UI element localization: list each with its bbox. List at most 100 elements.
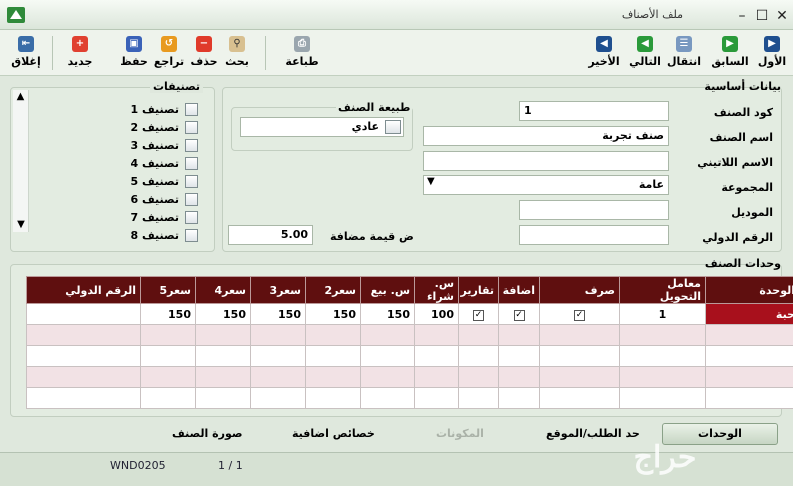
group-select[interactable]: عامة ▼: [423, 175, 669, 195]
cell-sell[interactable]: 150: [360, 303, 415, 325]
checkbox[interactable]: [185, 138, 198, 152]
item-nature-button[interactable]: [385, 120, 401, 134]
last-record-button[interactable]: ◀ الأخير: [584, 34, 624, 68]
cell-intl[interactable]: [26, 303, 141, 325]
undo-button-label: تراجع: [153, 55, 185, 68]
save-button[interactable]: ▣ حفظ: [114, 34, 154, 68]
exit-icon: ⇤: [18, 36, 34, 52]
code-field[interactable]: 1: [519, 101, 669, 121]
first-record-button[interactable]: ▶ الأول: [752, 34, 792, 68]
cell-issue[interactable]: ✓: [539, 303, 620, 325]
delete-button-label: حذف: [190, 55, 218, 68]
classifications-scrollbar[interactable]: ▲ ▼: [13, 90, 29, 232]
close-icon[interactable]: ✕: [774, 8, 790, 24]
table-row[interactable]: [26, 345, 793, 367]
cell-price3[interactable]: 150: [250, 303, 306, 325]
classification-item[interactable]: تصنيف 4: [130, 154, 198, 172]
col-header-price5[interactable]: سعر5: [140, 276, 196, 304]
cell-add[interactable]: ✓: [498, 303, 540, 325]
checkbox[interactable]: [185, 174, 198, 188]
scroll-down-icon[interactable]: ▼: [13, 218, 29, 232]
classification-item[interactable]: تصنيف 8: [130, 226, 198, 244]
tab-reorder-location[interactable]: حد الطلب/الموقع: [546, 427, 640, 440]
col-header-sell[interactable]: س. بيع: [360, 276, 415, 304]
col-header-price3[interactable]: سعر3: [250, 276, 306, 304]
chevron-down-icon: ▼: [427, 176, 435, 187]
cell-reports[interactable]: ✓: [458, 303, 499, 325]
col-header-intl[interactable]: الرقم الدولي: [26, 276, 141, 304]
item-nature-value: عادي: [351, 120, 379, 133]
latin-name-field[interactable]: [423, 151, 669, 171]
classification-item[interactable]: تصنيف 1: [130, 100, 198, 118]
col-header-factor[interactable]: معامل التحويل: [619, 276, 706, 304]
table-header-row: الرقم الدولي سعر5 سعر4 سعر3 سعر2 س. بيع …: [26, 276, 793, 304]
classifications-title: تصنيفات: [150, 80, 204, 93]
classification-item[interactable]: تصنيف 5: [130, 172, 198, 190]
checkbox[interactable]: [185, 192, 198, 206]
cell-price4[interactable]: 150: [195, 303, 251, 325]
table-row[interactable]: [26, 387, 793, 409]
cell-price2[interactable]: 150: [305, 303, 361, 325]
undo-button[interactable]: ↺ تراجع: [149, 34, 189, 68]
name-field[interactable]: صنف تجربة: [423, 126, 669, 146]
search-icon: ⚲: [229, 36, 245, 52]
classification-item[interactable]: تصنيف 7: [130, 208, 198, 226]
plus-icon: +: [72, 36, 88, 52]
col-header-issue[interactable]: صرف: [539, 276, 620, 304]
item-nature-field[interactable]: عادي: [240, 117, 404, 137]
scroll-up-icon[interactable]: ▲: [13, 90, 28, 104]
tab-components[interactable]: المكونات: [436, 427, 484, 440]
col-header-price4[interactable]: سعر4: [195, 276, 251, 304]
checkbox[interactable]: [185, 120, 198, 134]
undo-icon: ↺: [161, 36, 177, 52]
new-button[interactable]: + جديد: [60, 34, 100, 68]
cell-factor[interactable]: 1: [619, 303, 706, 325]
close-button[interactable]: ⇤ إغلاق: [6, 34, 46, 68]
model-label: الموديل: [731, 206, 773, 219]
basic-data-title: بيانات أساسية: [704, 80, 781, 93]
col-header-unit[interactable]: الوحدة: [705, 276, 793, 304]
col-header-add[interactable]: اضافة: [498, 276, 540, 304]
group-label: المجموعة: [721, 181, 773, 194]
checkbox[interactable]: [185, 102, 198, 116]
col-header-reports[interactable]: تقارير: [458, 276, 499, 304]
classification-label: تصنيف 1: [130, 102, 179, 116]
checkbox[interactable]: [185, 156, 198, 170]
prev-record-button[interactable]: ▶ السابق: [710, 34, 750, 68]
classification-item[interactable]: تصنيف 3: [130, 136, 198, 154]
intl-number-field[interactable]: [519, 225, 669, 245]
record-counter: 1 / 1: [218, 459, 243, 472]
checkbox[interactable]: [185, 228, 198, 242]
units-title: وحدات الصنف: [704, 257, 781, 270]
model-field[interactable]: [519, 200, 669, 220]
cell-buy[interactable]: 100: [414, 303, 459, 325]
table-row[interactable]: [26, 366, 793, 388]
cell-price5[interactable]: 150: [140, 303, 196, 325]
prev-icon: ▶: [722, 36, 738, 52]
minimize-icon[interactable]: –: [734, 8, 750, 24]
col-header-price2[interactable]: سعر2: [305, 276, 361, 304]
checkbox-checked[interactable]: ✓: [473, 310, 484, 321]
goto-record-button[interactable]: ☰ انتقال: [664, 34, 704, 68]
checkbox[interactable]: [185, 210, 198, 224]
vat-field[interactable]: 5.00: [228, 225, 313, 245]
search-button[interactable]: ⚲ بحث: [217, 34, 257, 68]
classification-item[interactable]: تصنيف 2: [130, 118, 198, 136]
maximize-icon[interactable]: ☐: [754, 8, 770, 24]
next-button-label: التالي: [629, 55, 661, 68]
classification-label: تصنيف 8: [130, 228, 179, 242]
units-table: الرقم الدولي سعر5 سعر4 سعر3 سعر2 س. بيع …: [26, 276, 793, 409]
tab-extra-properties[interactable]: خصائص اضافية: [292, 427, 375, 440]
col-header-buy[interactable]: س. شراء: [414, 276, 459, 304]
goto-icon: ☰: [676, 36, 692, 52]
next-record-button[interactable]: ◀ التالي: [625, 34, 665, 68]
tab-item-image[interactable]: صورة الصنف: [172, 427, 243, 440]
print-button[interactable]: ⎙ طباعة: [282, 34, 322, 68]
table-row[interactable]: [26, 324, 793, 346]
cell-unit[interactable]: حبة: [705, 303, 793, 325]
checkbox-checked[interactable]: ✓: [574, 310, 585, 321]
checkbox-checked[interactable]: ✓: [513, 310, 525, 321]
classification-label: تصنيف 7: [130, 210, 179, 224]
classification-item[interactable]: تصنيف 6: [130, 190, 198, 208]
table-row[interactable]: 150 150 150 150 150 100 ✓ ✓ ✓ 1 حبة: [26, 303, 793, 325]
